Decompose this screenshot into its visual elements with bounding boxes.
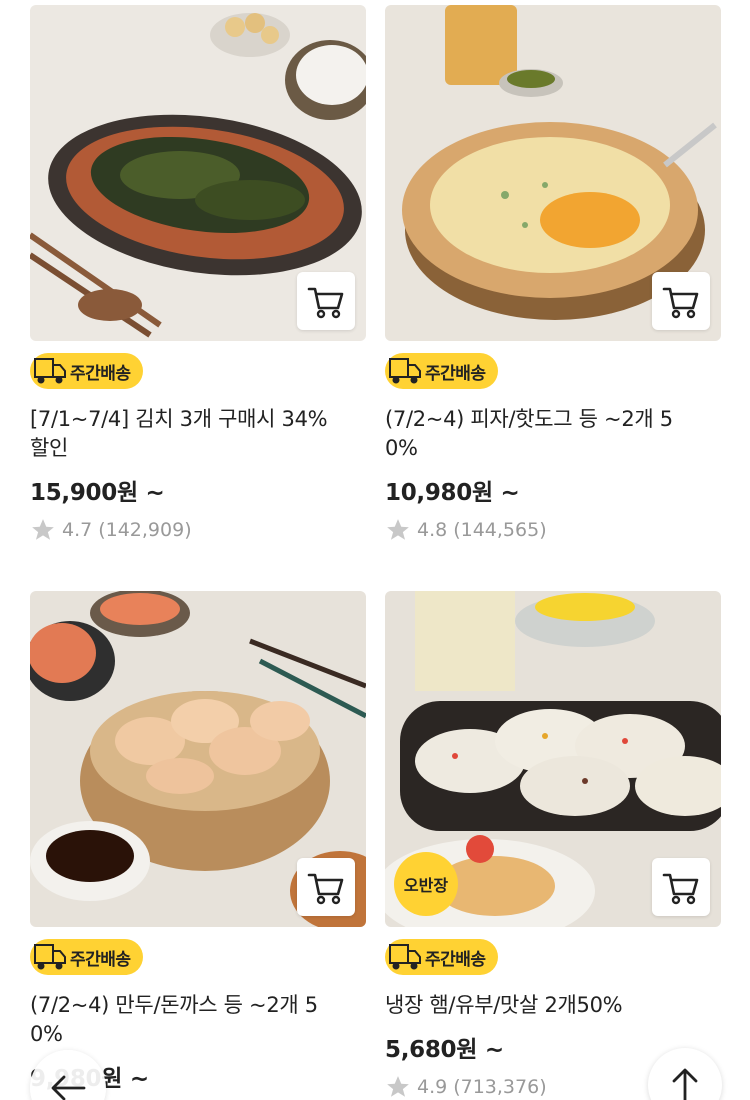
add-to-cart-button[interactable] bbox=[652, 858, 710, 916]
badge-label: 주간배송 bbox=[70, 949, 131, 970]
star-icon bbox=[387, 1076, 409, 1097]
delivery-truck-icon bbox=[34, 944, 66, 970]
product-price: 10,980원 ~ bbox=[385, 480, 520, 506]
rating-value: 4.9 bbox=[417, 1076, 448, 1098]
delivery-truck-icon bbox=[389, 944, 421, 970]
cart-icon bbox=[662, 287, 699, 319]
product-image[interactable] bbox=[385, 5, 721, 341]
product-title[interactable]: [7/1~7/4] 김치 3개 구매시 34% 할인 bbox=[30, 405, 340, 463]
product-card[interactable]: 주간배송 [7/1~7/4] 김치 3개 구매시 34% 할인 15,900원 … bbox=[30, 5, 366, 543]
delivery-truck-icon bbox=[389, 358, 421, 384]
badge-label: 주간배송 bbox=[425, 949, 486, 970]
cart-icon bbox=[662, 873, 699, 905]
product-card[interactable]: 오반장 주간배송 냉장 햄/유부/맛살 2개50% 5,680원 ~ 4.9 (… bbox=[385, 591, 721, 1100]
delivery-truck-icon bbox=[34, 358, 66, 384]
obanjang-tag: 오반장 bbox=[394, 852, 458, 916]
weekly-delivery-badge: 주간배송 bbox=[385, 939, 498, 975]
product-image[interactable]: 오반장 bbox=[385, 591, 721, 927]
product-card[interactable]: 주간배송 (7/2~4) 만두/돈까스 등 ~2개 5 0% 9,980원 ~ bbox=[30, 591, 366, 1093]
weekly-delivery-badge: 주간배송 bbox=[30, 939, 143, 975]
product-title[interactable]: 냉장 햄/유부/맛살 2개50% bbox=[385, 991, 695, 1020]
product-image[interactable] bbox=[30, 5, 366, 341]
star-icon bbox=[387, 519, 409, 540]
arrow-left-icon bbox=[51, 1075, 86, 1100]
product-title[interactable]: (7/2~4) 피자/핫도그 등 ~2개 5 0% bbox=[385, 405, 695, 463]
cart-icon bbox=[307, 873, 344, 905]
review-count: (142,909) bbox=[98, 519, 192, 541]
badge-label: 주간배송 bbox=[425, 363, 486, 384]
product-rating: 4.8 (144,565) bbox=[385, 517, 721, 543]
product-image[interactable] bbox=[30, 591, 366, 927]
weekly-delivery-badge: 주간배송 bbox=[385, 353, 498, 389]
rating-value: 4.7 bbox=[62, 519, 93, 541]
product-grid: 주간배송 [7/1~7/4] 김치 3개 구매시 34% 할인 15,900원 … bbox=[0, 0, 750, 1100]
star-icon bbox=[32, 519, 54, 540]
badge-label: 주간배송 bbox=[70, 363, 131, 384]
arrow-up-icon bbox=[672, 1068, 698, 1100]
add-to-cart-button[interactable] bbox=[297, 272, 355, 330]
product-card[interactable]: 주간배송 (7/2~4) 피자/핫도그 등 ~2개 5 0% 10,980원 ~… bbox=[385, 5, 721, 543]
rating-value: 4.8 bbox=[417, 519, 448, 541]
product-title[interactable]: (7/2~4) 만두/돈까스 등 ~2개 5 0% bbox=[30, 991, 340, 1049]
cart-icon bbox=[307, 287, 344, 319]
product-price: 15,900원 ~ bbox=[30, 480, 165, 506]
review-count: (713,376) bbox=[453, 1076, 547, 1098]
product-rating: 4.7 (142,909) bbox=[30, 517, 366, 543]
weekly-delivery-badge: 주간배송 bbox=[30, 353, 143, 389]
add-to-cart-button[interactable] bbox=[652, 272, 710, 330]
add-to-cart-button[interactable] bbox=[297, 858, 355, 916]
review-count: (144,565) bbox=[453, 519, 547, 541]
